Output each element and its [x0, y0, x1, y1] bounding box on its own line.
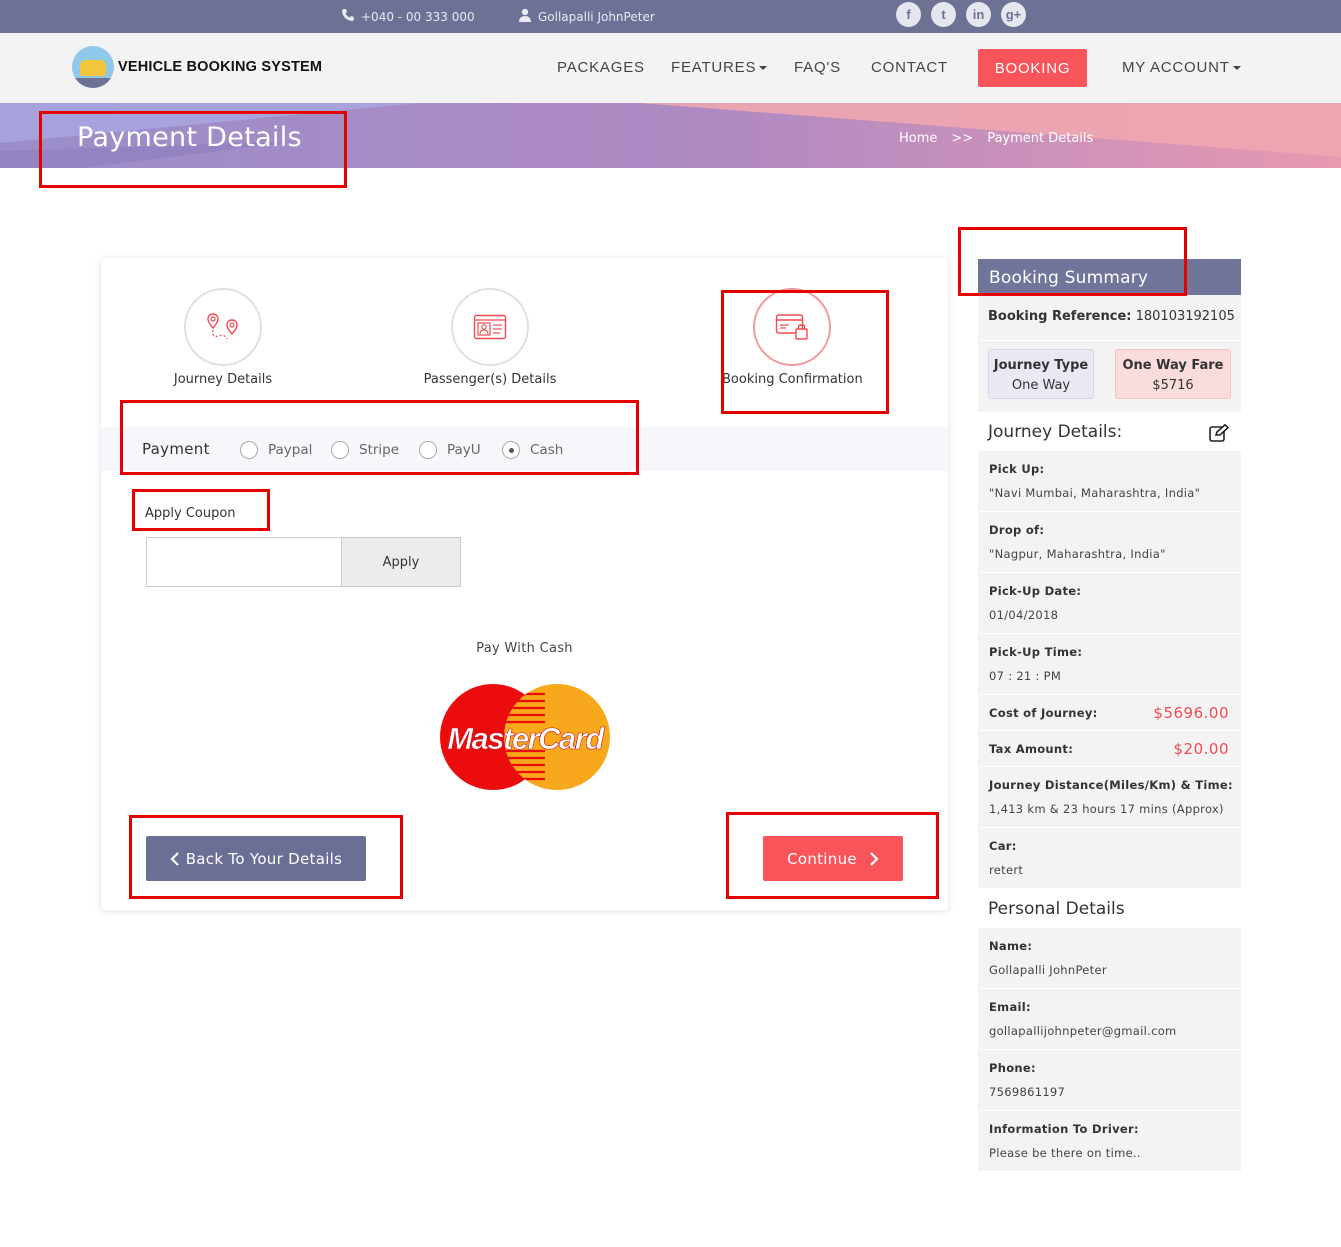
row-value: "Nagpur, Maharashtra, India"	[989, 547, 1166, 561]
nav-item-booking[interactable]: BOOKING	[978, 49, 1087, 87]
summary-row-time: Pick-Up Time: 07 : 21 : PM	[978, 634, 1241, 695]
booking-reference: Booking Reference: 180103192105	[978, 295, 1241, 340]
row-value-price: $5696.00	[1153, 703, 1229, 722]
social-links: f t in g+	[896, 2, 1026, 27]
row-value: 07 : 21 : PM	[989, 669, 1062, 683]
row-label: Information To Driver:	[989, 1122, 1139, 1136]
top-bar: +040 - 00 333 000 Gollapalli JohnPeter f…	[0, 0, 1341, 33]
row-value-price: $20.00	[1173, 739, 1229, 758]
summary-row-distance: Journey Distance(Miles/Km) & Time: 1,413…	[978, 767, 1241, 828]
summary-row-email: Email: gollapallijohnpeter@gmail.com	[978, 989, 1241, 1050]
nav-item-faqs[interactable]: FAQ'S	[794, 59, 841, 76]
row-value: Please be there on time..	[989, 1146, 1141, 1160]
journey-type-box: Journey Type One Way	[988, 349, 1094, 399]
journey-type-label: Journey Type	[993, 358, 1089, 373]
step-label: Journey Details	[173, 372, 273, 387]
row-label: Name:	[989, 939, 1033, 953]
user-info: Gollapalli JohnPeter	[518, 8, 655, 25]
nav-menu: PACKAGES FEATURES FAQ'S CONTACT BOOKING …	[0, 33, 1341, 103]
breadcrumb-home[interactable]: Home	[899, 131, 937, 146]
row-value: retert	[989, 863, 1024, 877]
breadcrumb-separator: >>	[951, 131, 974, 146]
journey-summary-boxes: Journey Type One Way One Way Fare $5716	[978, 340, 1241, 412]
booking-reference-label: Booking Reference:	[988, 309, 1132, 324]
summary-row-cost: Cost of Journey: $5696.00	[978, 695, 1241, 731]
phone-icon	[341, 8, 355, 25]
nav-item-contact[interactable]: CONTACT	[871, 59, 948, 76]
summary-row-driver-info: Information To Driver: Please be there o…	[978, 1111, 1241, 1172]
main-nav: VEHICLE BOOKING SYSTEM PACKAGES FEATURES…	[0, 33, 1341, 103]
annotation-box-page-title	[39, 111, 347, 188]
step-label: Passenger(s) Details	[423, 372, 557, 387]
row-label: Pick-Up Time:	[989, 645, 1083, 659]
fare-value: $5716	[1152, 378, 1194, 393]
step-passenger-details[interactable]: Passenger(s) Details	[420, 288, 560, 387]
nav-item-packages[interactable]: PACKAGES	[557, 59, 645, 76]
row-value: 7569861197	[989, 1085, 1066, 1099]
coupon-input[interactable]	[146, 537, 342, 587]
facebook-icon[interactable]: f	[896, 2, 921, 27]
row-label: Email:	[989, 1000, 1031, 1014]
row-label: Phone:	[989, 1061, 1036, 1075]
fare-label: One Way Fare	[1122, 358, 1224, 373]
step-journey-details[interactable]: Journey Details	[173, 288, 273, 387]
fare-box: One Way Fare $5716	[1115, 349, 1231, 399]
row-label: Pick-Up Date:	[989, 584, 1082, 598]
step-ring	[451, 288, 529, 366]
summary-row-car: Car: retert	[978, 828, 1241, 889]
personal-details-heading: Personal Details	[988, 899, 1125, 919]
row-value: Gollapalli JohnPeter	[989, 963, 1107, 977]
breadcrumb: Home >> Payment Details	[899, 131, 1093, 146]
booking-summary-panel: Booking Summary Booking Reference: 18010…	[978, 259, 1241, 1172]
annotation-box-booking-confirmation	[721, 290, 889, 414]
row-value: 01/04/2018	[989, 608, 1059, 622]
journey-details-title: Journey Details:	[988, 422, 1123, 442]
annotation-box-apply-coupon	[132, 489, 270, 531]
row-label: Cost of Journey:	[989, 705, 1098, 720]
pay-with-text: Pay With Cash	[476, 641, 573, 656]
summary-row-phone: Phone: 7569861197	[978, 1050, 1241, 1111]
step-ring	[184, 288, 262, 366]
journey-type-value: One Way	[1011, 378, 1071, 393]
annotation-box-continue-button	[726, 812, 939, 899]
nav-item-features[interactable]: FEATURES	[671, 59, 768, 76]
journey-details-heading: Journey Details:	[978, 412, 1241, 451]
row-value: gollapallijohnpeter@gmail.com	[989, 1024, 1177, 1038]
linkedin-icon[interactable]: in	[966, 2, 991, 27]
breadcrumb-current: Payment Details	[987, 131, 1094, 146]
summary-row-drop: Drop of: "Nagpur, Maharashtra, India"	[978, 512, 1241, 573]
mastercard-logo: MasterCard	[440, 684, 610, 790]
user-icon	[518, 8, 532, 25]
twitter-icon[interactable]: t	[931, 2, 956, 27]
annotation-box-back-button	[129, 815, 403, 899]
id-card-icon	[473, 314, 507, 340]
annotation-box-payment-row	[120, 400, 639, 475]
row-label: Car:	[989, 839, 1017, 853]
row-label: Drop of:	[989, 523, 1045, 537]
row-label: Pick Up:	[989, 462, 1045, 476]
phone-number[interactable]: +040 - 00 333 000	[361, 10, 475, 24]
row-value: "Navi Mumbai, Maharashtra, India"	[989, 486, 1201, 500]
row-value: 1,413 km & 23 hours 17 mins (Approx)	[989, 802, 1224, 816]
google-plus-icon[interactable]: g+	[1001, 2, 1026, 27]
summary-row-tax: Tax Amount: $20.00	[978, 731, 1241, 767]
phone-contact: +040 - 00 333 000	[341, 8, 475, 25]
location-pins-icon	[207, 313, 238, 340]
caret-down-icon	[1232, 66, 1241, 71]
caret-down-icon	[759, 66, 768, 71]
row-label: Tax Amount:	[989, 741, 1074, 756]
summary-row-pickup: Pick Up: "Navi Mumbai, Maharashtra, Indi…	[978, 451, 1241, 512]
nav-item-my-account-label: MY ACCOUNT	[1122, 59, 1230, 76]
summary-row-name: Name: Gollapalli JohnPeter	[978, 928, 1241, 989]
summary-row-date: Pick-Up Date: 01/04/2018	[978, 573, 1241, 634]
booking-reference-value: 180103192105	[1135, 309, 1235, 324]
apply-coupon-button[interactable]: Apply	[341, 537, 461, 587]
user-name[interactable]: Gollapalli JohnPeter	[538, 10, 655, 24]
nav-item-my-account[interactable]: MY ACCOUNT	[1122, 59, 1241, 76]
nav-item-features-label: FEATURES	[671, 59, 757, 76]
mastercard-wordmark: MasterCard	[447, 721, 605, 756]
edit-icon[interactable]	[1209, 424, 1229, 442]
annotation-box-summary-title	[958, 227, 1187, 296]
row-label: Journey Distance(Miles/Km) & Time:	[989, 778, 1233, 792]
